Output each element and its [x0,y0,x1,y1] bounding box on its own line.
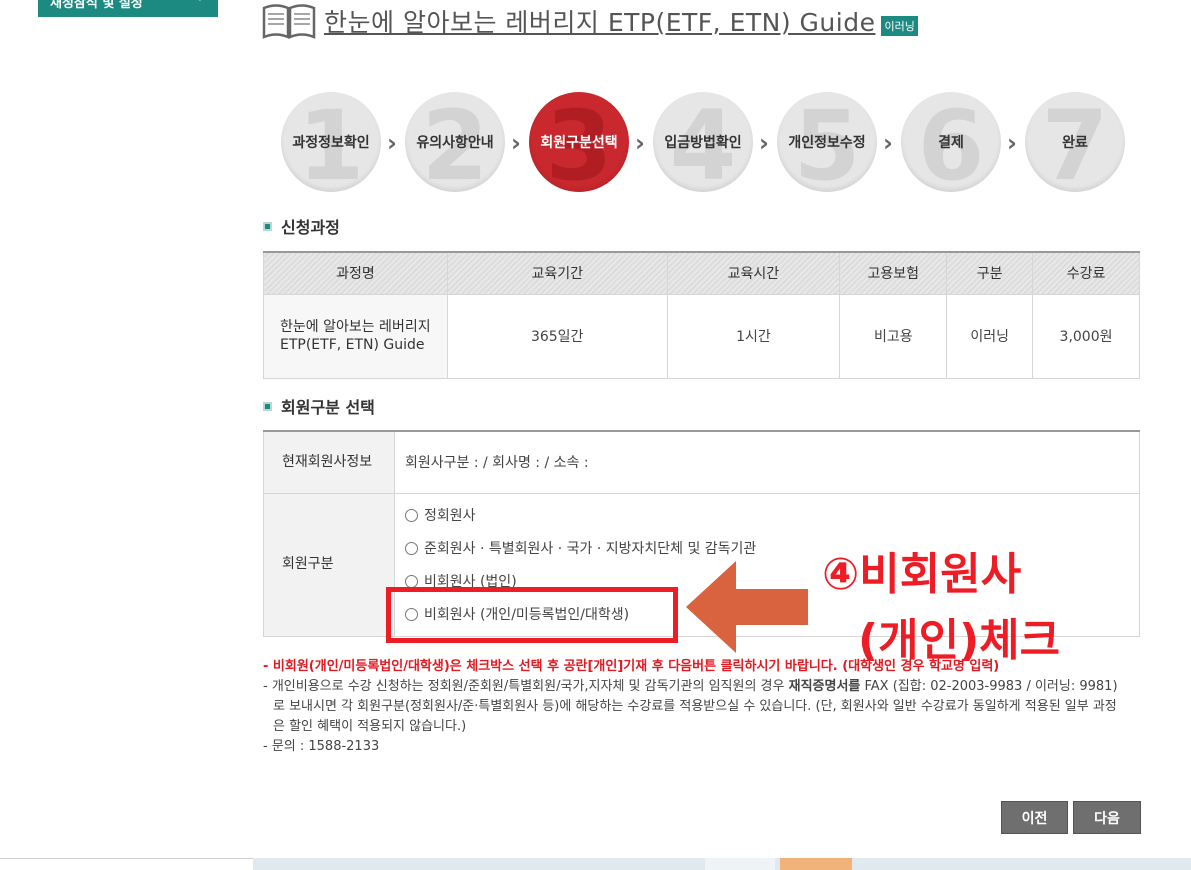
elearning-badge: 이러닝 [881,16,918,36]
step-5: 5 개인정보수정 [777,92,877,192]
chevron-right-icon: › [387,129,397,157]
step-2: 2 유의사항안내 [405,92,505,192]
member-section-heading: 회원구분 선택 [263,394,375,418]
radio-label: 정회원사 [424,508,476,524]
chevron-right-icon: › [511,129,521,157]
course-table: 과정명 교육기간 교육시간 고용보험 구분 수강료 한눈에 알아보는 레버리지 … [263,251,1140,379]
col-hours: 교육시간 [666,251,841,295]
current-info-label: 현재회원사정보 [263,430,395,494]
arrow-left-icon [686,561,808,653]
table-row: 한눈에 알아보는 레버리지 ETP(ETF, ETN) Guide 365일간 … [263,293,1140,379]
chevron-right-icon: › [883,129,893,157]
step-4: 4 입금방법확인 [653,92,753,192]
step-6: 6 결제 [901,92,1001,192]
step-1: 1 과정정보확인 [281,92,381,192]
bullet-square-icon [263,221,272,231]
member-heading-text: 회원구분 선택 [281,398,375,417]
table-row: 현재회원사정보 회원사구분 : / 회사명 : / 소속 : [263,430,1140,494]
step-7: 7 완료 [1025,92,1125,192]
step-label: 개인정보수정 [788,135,866,151]
footer-segment [780,858,852,870]
notes-block: - 비회원(개인/미등록법인/대학생)은 체크박스 선택 후 공란[개인]기재 … [263,657,1123,757]
col-course-name: 과정명 [263,251,448,295]
book-icon [262,4,316,39]
type-cell: 이러닝 [946,293,1034,379]
info-note: - 개인비용으로 수강 신청하는 정회원/준회원/특별회원/국가,지자체 및 감… [263,677,1123,737]
radio-button[interactable] [405,541,418,555]
course-section-heading: 신청과정 [263,214,340,238]
period-cell: 365일간 [446,293,668,379]
table-header-row: 과정명 교육기간 교육시간 고용보험 구분 수강료 [263,251,1140,295]
info-note-pre: - 개인비용으로 수강 신청하는 정회원/준회원/특별회원/국가,지자체 및 감… [263,679,789,694]
footer-strip [0,858,1191,870]
sidebar-menu-button[interactable]: 재정참석 및 설정 › [38,0,218,17]
contact-note: - 문의 : 1588-2133 [263,739,380,754]
sidebar-menu-label: 재정참석 및 설정 [50,0,143,11]
chevron-right-icon: › [759,129,769,157]
prev-button[interactable]: 이전 [1001,801,1068,834]
col-insurance: 고용보험 [839,251,948,295]
annotation-line-1: ④비회원사 [822,549,1022,600]
info-note-bold: 재직증명서를 [788,679,861,694]
chevron-right-icon: › [198,0,204,6]
step-label: 회원구분선택 [540,135,618,151]
next-button[interactable]: 다음 [1073,801,1141,834]
step-label: 입금방법확인 [664,135,742,151]
bullet-square-icon [263,401,272,411]
step-label: 유의사항안내 [416,135,494,151]
page-title[interactable]: 한눈에 알아보는 레버리지 ETP(ETF, ETN) Guide [324,3,875,39]
chevron-right-icon: › [1007,129,1017,157]
insurance-cell: 비고용 [839,293,948,379]
radio-button[interactable] [405,508,418,522]
highlight-box [386,587,678,643]
step-label: 결제 [938,135,964,151]
warning-note: - 비회원(개인/미등록법인/대학생)은 체크박스 선택 후 공란[개인]기재 … [263,659,1000,674]
col-period: 교육기간 [446,251,668,295]
footer-segment [0,858,253,870]
col-type: 구분 [946,251,1034,295]
current-info-value: 회원사구분 : / 회사명 : / 소속 : [394,430,1140,494]
col-fee: 수강료 [1032,251,1140,295]
step-label: 완료 [1062,135,1088,151]
step-label: 과정정보확인 [292,135,370,151]
member-type-label: 회원구분 [263,492,395,637]
radio-option-regular[interactable]: 정회원사 [405,499,1139,532]
radio-button[interactable] [405,574,418,588]
step-3: 3 회원구분선택 [529,92,629,192]
page-header: 한눈에 알아보는 레버리지 ETP(ETF, ETN) Guide 이러닝 [262,2,918,40]
step-indicator: 1 과정정보확인 › 2 유의사항안내 › 3 회원구분선택 › 4 입금방법확… [281,92,1131,192]
footer-segment [705,858,775,870]
radio-label: 준회원사 · 특별회원사 · 국가 · 지방자치단체 및 감독기관 [424,541,757,557]
course-heading-text: 신청과정 [281,218,340,237]
fee-cell: 3,000원 [1032,293,1140,379]
radio-option-associate[interactable]: 준회원사 · 특별회원사 · 국가 · 지방자치단체 및 감독기관 [405,532,1139,565]
hours-cell: 1시간 [666,293,841,379]
chevron-right-icon: › [635,129,645,157]
course-name-cell: 한눈에 알아보는 레버리지 ETP(ETF, ETN) Guide [263,293,448,379]
